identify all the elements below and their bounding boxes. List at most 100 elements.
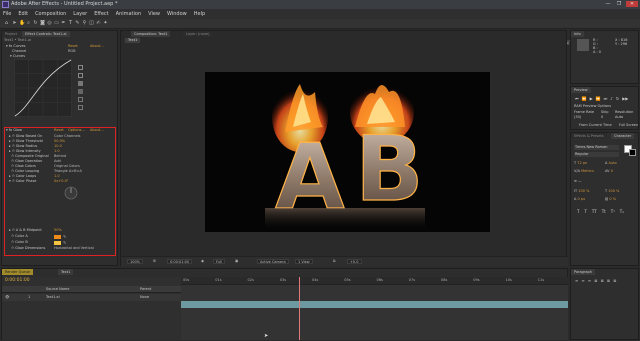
subscript-icon[interactable]: T₁ [620, 209, 624, 214]
resolution-value[interactable]: Auto [615, 115, 623, 120]
tab-effect-controls[interactable]: Effect Controls: Text1.ai [22, 31, 70, 37]
tab-render-queue[interactable]: Render Queue [2, 269, 34, 275]
glow-phase-value[interactable]: 0x+0.0° [54, 179, 69, 184]
glow-dimensions-select[interactable]: Horizontal and Vertical [54, 246, 94, 251]
timeline-timecode[interactable]: 0:00:01:00 [5, 278, 30, 283]
maximize-button[interactable]: ❐ [615, 1, 623, 7]
clone-tool-icon[interactable]: ⚲ [82, 21, 87, 26]
time-ruler[interactable]: 00s 01s 02s 03s 04s 05s 06s 07s 08s 09s 10s 11s [181, 277, 568, 285]
mask-tool-icon[interactable]: ▭ [54, 21, 59, 26]
view-layout-select[interactable]: 1 View [295, 259, 313, 264]
menu-help[interactable]: Help [194, 11, 205, 17]
font-size-field[interactable]: T 72 px [574, 161, 587, 166]
tab-character[interactable]: Character [611, 133, 635, 139]
skip-value[interactable]: 0 [601, 115, 603, 120]
prev-frame-icon[interactable]: ⏪ [582, 96, 587, 101]
align-right-icon[interactable]: ≡ [588, 278, 591, 283]
open-icon[interactable] [78, 81, 83, 86]
last-frame-icon[interactable]: ⏭ [604, 96, 608, 101]
pan-behind-tool-icon[interactable]: ◎ [47, 21, 52, 26]
tab-project[interactable]: Project [2, 31, 20, 37]
glow-midpoint-value[interactable]: 50% [54, 228, 62, 233]
pencil-tool-icon[interactable] [78, 73, 83, 78]
eyedropper-a-icon[interactable]: ✎ [63, 234, 66, 239]
menu-animation[interactable]: Animation [116, 11, 142, 17]
visibility-icon[interactable]: 👁 [5, 295, 9, 300]
roto-brush-tool-icon[interactable]: ✍ [96, 21, 101, 26]
rotate-tool-icon[interactable]: ↻ [33, 21, 38, 26]
resolution-select[interactable]: Full [213, 259, 225, 264]
superscript-icon[interactable]: T¹ [611, 209, 615, 214]
menu-effect[interactable]: Effect [94, 11, 108, 17]
next-frame-icon[interactable]: ⏩ [596, 96, 601, 101]
current-time-indicator[interactable] [299, 277, 300, 340]
full-screen-checkbox[interactable]: Full Screen [619, 123, 638, 128]
justify-all-icon[interactable]: ≣ [613, 278, 616, 283]
audio-icon[interactable]: ♪ [610, 96, 613, 101]
menu-edit[interactable]: Edit [18, 11, 28, 17]
kerning-field[interactable]: V/A Metrics [574, 169, 594, 174]
eraser-tool-icon[interactable]: ◫ [89, 21, 94, 26]
home-icon[interactable]: ⌂ [4, 21, 9, 26]
ram-preview-icon[interactable]: ▶▶ [622, 96, 628, 101]
from-current-time-checkbox[interactable]: From Current Time [579, 123, 612, 128]
menu-view[interactable]: View [148, 11, 160, 17]
camera-select[interactable]: Active Camera [257, 259, 289, 264]
tab-info[interactable]: Info [571, 31, 584, 37]
tracking-field[interactable]: AV 0 [605, 169, 613, 174]
vertical-scale-field[interactable]: IT 100 % [574, 189, 589, 194]
minimize-button[interactable]: — [604, 1, 612, 7]
puppet-tool-icon[interactable]: ✦ [103, 21, 108, 26]
grid-icon[interactable]: ⊞ [151, 259, 158, 264]
color-phase-dial[interactable] [64, 186, 78, 200]
curves-channel-select[interactable]: RGB [68, 49, 76, 54]
current-time-field[interactable]: 0:00:01:00 [167, 259, 193, 264]
snapshot-icon[interactable]: ◉ [199, 259, 206, 264]
reset-curve-icon[interactable] [78, 105, 83, 110]
loop-icon[interactable]: ↻ [616, 96, 619, 101]
align-left-icon[interactable]: ≡ [575, 278, 578, 283]
tab-effects-presets[interactable]: Effects & Presets [571, 133, 607, 139]
timeline-graph-area[interactable]: 00s 01s 02s 03s 04s 05s 06s 07s 08s 09s 10s 11s ➤ [181, 277, 568, 340]
type-tool-icon[interactable]: T [68, 21, 73, 26]
curves-graph[interactable] [14, 59, 72, 117]
tsume-field[interactable]: ▥ 0 % [605, 197, 616, 202]
stroke-width-field[interactable]: ≡ — [574, 179, 582, 184]
justify-center-icon[interactable]: ≣ [600, 278, 603, 283]
hand-tool-icon[interactable]: ✋ [19, 21, 25, 26]
menu-composition[interactable]: Composition [35, 11, 66, 17]
faux-bold-icon[interactable]: T [577, 209, 579, 214]
close-button[interactable]: ✕ [626, 1, 638, 7]
leading-field[interactable]: A Auto [605, 161, 617, 166]
curves-about-link[interactable]: About... [90, 44, 104, 49]
stroke-color-swatch[interactable] [629, 149, 636, 156]
smooth-icon[interactable] [78, 97, 83, 102]
tab-layer[interactable]: Layer: (none) [183, 31, 213, 37]
horizontal-scale-field[interactable]: T 100 % [605, 189, 619, 194]
magnification-select[interactable]: 100% [127, 259, 144, 264]
small-caps-icon[interactable]: Tt [602, 209, 606, 214]
pen-tool-icon[interactable]: ✒ [61, 21, 66, 26]
eyedropper-b-icon[interactable]: ✎ [63, 240, 66, 245]
play-icon[interactable]: ▶ [590, 96, 593, 101]
align-center-icon[interactable]: ≡ [581, 278, 584, 283]
ram-preview-options[interactable]: RAM Preview Options [574, 104, 611, 109]
tab-composition[interactable]: Composition: Text1 [131, 31, 171, 37]
justify-right-icon[interactable]: ≣ [607, 278, 610, 283]
menu-window[interactable]: Window [167, 11, 187, 17]
region-of-interest-icon[interactable]: ▣ [233, 259, 240, 264]
font-family-select[interactable]: Times New Roman [574, 145, 619, 150]
tab-preview[interactable]: Preview [571, 87, 591, 93]
curve-tool-icon[interactable] [78, 65, 83, 70]
flowchart-icon[interactable]: ⧉ [331, 259, 338, 264]
layer-duration-bar[interactable] [181, 301, 568, 308]
faux-italic-icon[interactable]: T [584, 209, 586, 214]
all-caps-icon[interactable]: TT [592, 209, 597, 214]
effect-glow-header[interactable]: ▾ fx Glow [6, 128, 22, 133]
selection-tool-icon[interactable]: ➤ [12, 21, 17, 26]
zoom-tool-icon[interactable]: ⌕ [26, 21, 31, 26]
tab-paragraph[interactable]: Paragraph [571, 269, 595, 275]
menu-layer[interactable]: Layer [73, 11, 87, 17]
camera-tool-icon[interactable]: ◙ [40, 21, 45, 26]
color-b-swatch[interactable] [54, 241, 61, 245]
